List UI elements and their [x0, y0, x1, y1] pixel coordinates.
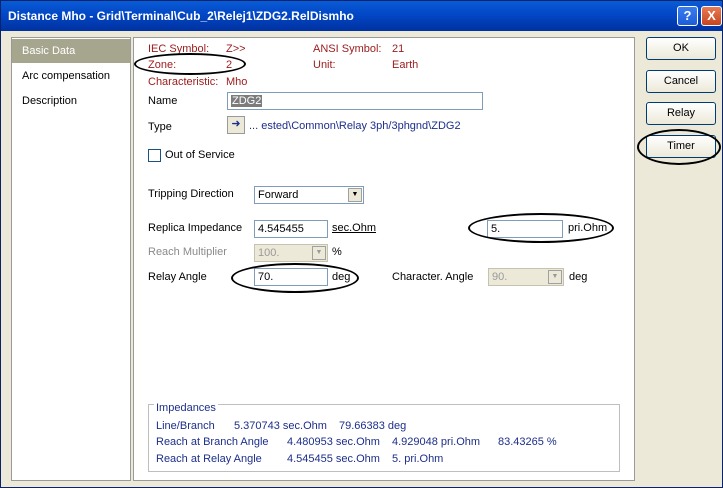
sidebar-item-basic-data[interactable]: Basic Data — [12, 39, 130, 63]
name-field-value: ZDG2 — [231, 95, 263, 107]
type-label: Type — [148, 121, 172, 133]
dialog-window: Distance Mho - Grid\Terminal\Cub_2\Relej… — [0, 0, 723, 488]
pri-impedance-annotation-ellipse — [468, 213, 614, 243]
name-label: Name — [148, 95, 178, 107]
replica-impedance-input[interactable]: 4.545455 — [254, 220, 328, 238]
ok-button[interactable]: OK — [646, 37, 716, 60]
reach-multiplier-label: Reach Multiplier — [148, 246, 227, 258]
impedance-row-value-1: 4.480953 sec.Ohm — [287, 436, 380, 448]
window-title: Distance Mho - Grid\Terminal\Cub_2\Relej… — [8, 9, 354, 23]
type-arrow-icon[interactable]: ➜ — [227, 116, 245, 134]
impedance-row-value-1: 5.370743 sec.Ohm — [234, 420, 327, 432]
sidebar-item-description[interactable]: Description — [12, 89, 130, 113]
relay-angle-label: Relay Angle — [148, 271, 207, 283]
character-angle-select: 90. ▼ — [488, 268, 564, 286]
impedance-row-value-2: 79.66383 deg — [339, 420, 407, 432]
impedances-title: Impedances — [154, 402, 218, 414]
basic-data-panel: IEC Symbol: Z>> ANSI Symbol: 21 Zone: 2 … — [133, 37, 635, 481]
zone-annotation-ellipse — [134, 53, 246, 75]
character-angle-unit: deg — [569, 271, 588, 283]
replica-impedance-label: Replica Impedance — [148, 222, 243, 234]
cancel-button[interactable]: Cancel — [646, 70, 716, 93]
characteristic-label: Characteristic: — [148, 76, 219, 88]
unit-label: Unit: — [313, 59, 336, 71]
impedance-row-value-3: 83.43265 % — [498, 436, 557, 448]
ansi-symbol-value: 21 — [392, 43, 405, 55]
impedance-row-label: Reach at Branch Angle — [156, 436, 269, 448]
title-bar[interactable]: Distance Mho - Grid\Terminal\Cub_2\Relej… — [1, 1, 722, 31]
close-button[interactable]: X — [701, 6, 722, 26]
relay-angle-annotation-ellipse — [231, 263, 359, 293]
sidebar: Basic Data Arc compensation Description — [11, 37, 131, 481]
help-button[interactable]: ? — [677, 6, 698, 26]
chevron-down-icon[interactable]: ▼ — [348, 188, 362, 202]
ansi-symbol-label: ANSI Symbol: — [313, 43, 382, 55]
out-of-service-checkbox[interactable] — [148, 149, 161, 162]
chevron-down-icon: ▼ — [548, 270, 562, 284]
iec-symbol-value: Z>> — [226, 43, 246, 55]
characteristic-value: Mho — [226, 76, 248, 88]
name-field[interactable]: ZDG2 — [227, 92, 483, 110]
type-link[interactable]: ... ested\Common\Relay 3ph/3phgnd\ZDG2 — [249, 120, 461, 132]
out-of-service-label: Out of Service — [165, 149, 235, 161]
timer-annotation-ellipse — [637, 129, 721, 165]
replica-impedance-unit[interactable]: sec.Ohm — [332, 222, 376, 234]
impedance-row-value-1: 4.545455 sec.Ohm — [287, 453, 380, 465]
character-angle-value: 90. — [492, 271, 508, 283]
tripping-direction-value: Forward — [258, 189, 299, 201]
tripping-direction-select[interactable]: Forward ▼ — [254, 186, 364, 204]
relay-button[interactable]: Relay — [646, 102, 716, 125]
impedance-row-value-2: 4.929048 pri.Ohm — [392, 436, 481, 448]
reach-multiplier-unit: % — [332, 246, 342, 258]
chevron-down-icon: ▼ — [312, 246, 326, 260]
impedance-row-label: Reach at Relay Angle — [156, 453, 262, 465]
impedance-row-value-2: 5. pri.Ohm — [392, 453, 444, 465]
reach-multiplier-value: 100. — [258, 247, 280, 259]
character-angle-label: Character. Angle — [392, 271, 474, 283]
reach-multiplier-select: 100. ▼ — [254, 244, 328, 262]
unit-value: Earth — [392, 59, 419, 71]
impedance-row-label: Line/Branch — [156, 420, 215, 432]
tripping-direction-label: Tripping Direction — [148, 188, 234, 200]
sidebar-item-arc-compensation[interactable]: Arc compensation — [12, 64, 130, 88]
